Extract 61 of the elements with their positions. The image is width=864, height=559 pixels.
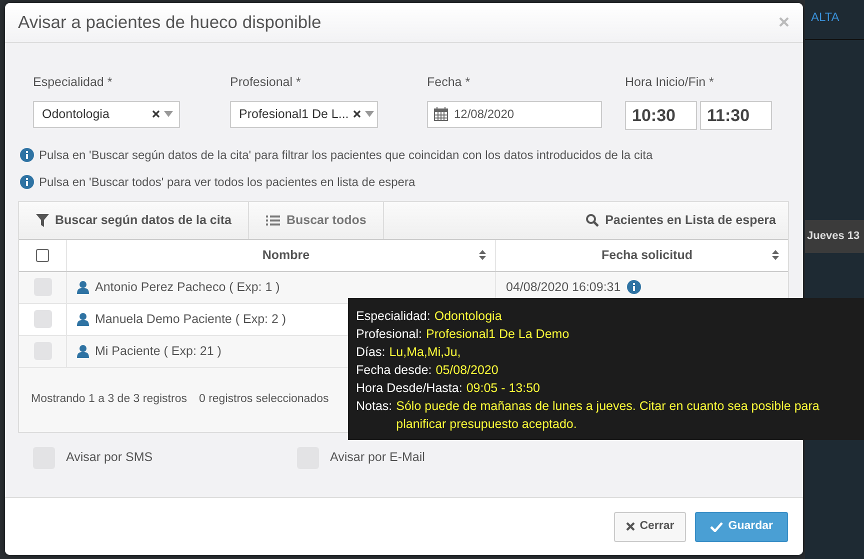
dialog-title: Avisar a pacientes de hueco disponible [18,11,322,34]
time-field[interactable]: 10:30 [625,100,697,130]
column-header: Jueves 13 [805,220,864,252]
tooltip-label: Especialidad: [356,308,430,325]
filter-button[interactable]: Buscar según datos de la cita [19,202,250,239]
sort-icon[interactable] [478,250,487,260]
checkbox-label: Avisar por SMS [66,449,153,466]
tooltip-label: Profesional: [356,326,422,343]
field-label: Fecha * [427,74,472,91]
patient-name: Mi Paciente ( Exp: 21 ) [95,342,222,360]
field-label: Hora Inicio/Fin * [625,74,715,91]
select-field[interactable]: Profesional1 De L... [230,100,378,128]
list-icon [266,214,280,226]
selected-info: 0 registros seleccionados [198,392,329,408]
field-label: Profesional * [230,74,302,91]
filter-icon [36,214,49,227]
close-icon [626,522,635,531]
column-header[interactable]: Fecha solicitud [602,246,692,265]
date-field[interactable]: 12/08/2020 [427,100,602,128]
caret-icon [164,111,173,118]
patient-name: Antonio Perez Pacheco ( Exp: 1 ) [95,278,280,296]
user-icon [77,312,89,326]
check-icon [710,522,724,532]
tooltip-value: Odontologia [434,308,503,325]
tooltip-value: Lu,Ma,Mi,Ju, [389,344,462,361]
clear-icon[interactable] [352,110,361,118]
hint-text: Pulsa en 'Buscar según datos de la cita' para filtrar los pacientes que coincidan con los datos introducidos de la cita [39,146,653,164]
info-icon[interactable] [626,280,641,294]
column-header[interactable]: Nombre [262,246,310,265]
patient-name: Manuela Demo Paciente ( Exp: 2 ) [95,310,286,328]
calendar-icon [434,107,448,122]
close-button[interactable]: Cerrar [614,512,686,542]
checkbox-label: Avisar por E-Mail [330,449,425,466]
info-icon [20,148,34,162]
list-button[interactable]: Buscar todos [249,202,384,239]
close-icon [779,17,789,28]
tooltip-label: Días: [356,344,386,361]
info-icon [20,174,34,189]
select-field[interactable]: Odontologia [33,100,180,128]
select-all-checkbox[interactable] [36,248,49,262]
tooltip-label: Hora Desde/Hasta: [356,380,462,397]
tooltip-value: Profesional1 De La Demo [426,326,570,343]
tooltip-label: Fecha desde: [356,362,432,379]
tooltip-label: Notas: [356,398,392,415]
hint-text: Pulsa en 'Buscar todos' para ver todos los pacientes en lista de espera [39,174,416,191]
request-date: 04/08/2020 16:09:31 [506,278,621,296]
row-checkbox[interactable] [34,310,52,328]
field-label: Especialidad * [33,74,114,91]
sort-icon[interactable] [771,250,780,260]
user-icon [77,344,89,358]
alta-link[interactable]: ALTA [805,0,864,40]
tooltip-value: 09:05 - 13:50 [466,380,541,397]
search-icon [586,214,600,227]
caret-icon [364,111,374,118]
records-info: Mostrando 1 a 3 de 3 registros [31,392,187,408]
user-icon [77,280,89,294]
clear-icon[interactable] [152,110,160,118]
tooltip-value: Sólo puede de mañanas de lunes a jueves. Citar en cuanto sea posible para planificar presupuesto aceptado. [396,398,820,433]
time-field[interactable]: 11:30 [700,100,772,130]
tooltip-value: 05/08/2020 [436,362,500,379]
search-button[interactable]: Pacientes en Lista de espera [580,202,788,239]
